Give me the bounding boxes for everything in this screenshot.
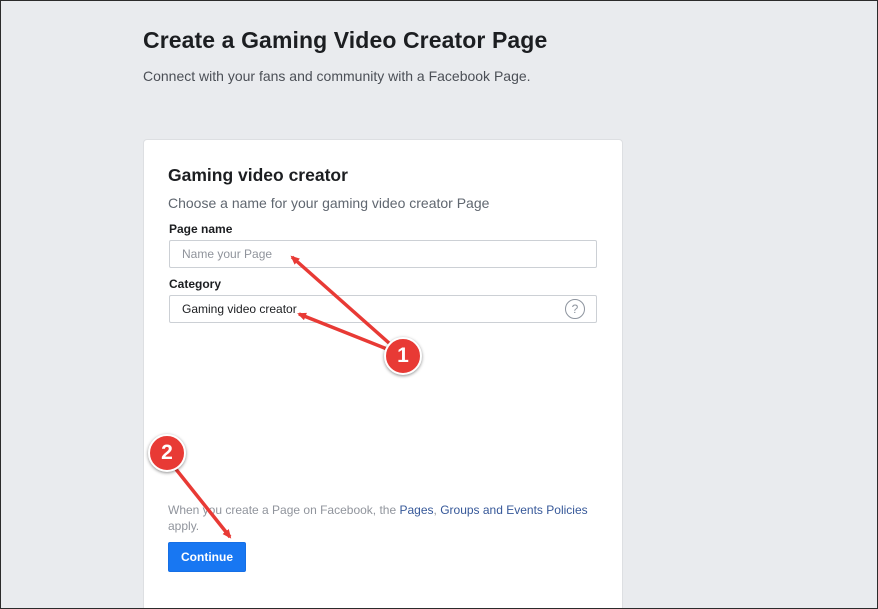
- gaming-creator-card: Gaming video creator Choose a name for y…: [143, 139, 623, 608]
- page-name-input[interactable]: Name your Page: [169, 240, 597, 268]
- card-description: Choose a name for your gaming video crea…: [168, 195, 490, 211]
- card-title: Gaming video creator: [168, 165, 348, 185]
- help-icon[interactable]: ?: [565, 299, 585, 319]
- policy-prefix: When you create a Page on Facebook, the: [168, 503, 400, 517]
- policy-sep-2: and: [479, 503, 507, 517]
- pages-link[interactable]: Pages: [399, 503, 433, 517]
- annotation-badge-1: 1: [384, 337, 422, 375]
- page-title: Create a Gaming Video Creator Page: [143, 27, 548, 53]
- annotation-badge-2: 2: [148, 434, 186, 472]
- continue-button[interactable]: Continue: [168, 542, 246, 572]
- page-name-placeholder: Name your Page: [182, 247, 273, 261]
- groups-link[interactable]: Groups: [440, 503, 479, 517]
- category-label: Category: [169, 277, 222, 291]
- policies-link[interactable]: Policies: [546, 503, 587, 517]
- page-subtitle: Connect with your fans and community wit…: [143, 68, 531, 84]
- policy-suffix: apply.: [168, 519, 200, 533]
- category-input[interactable]: Gaming video creator ?: [169, 295, 597, 323]
- page-frame: Create a Gaming Video Creator Page Conne…: [0, 0, 878, 609]
- events-link[interactable]: Events: [506, 503, 543, 517]
- page-name-label: Page name: [169, 222, 233, 236]
- category-value: Gaming video creator: [182, 302, 297, 316]
- policy-text: When you create a Page on Facebook, the …: [168, 502, 608, 534]
